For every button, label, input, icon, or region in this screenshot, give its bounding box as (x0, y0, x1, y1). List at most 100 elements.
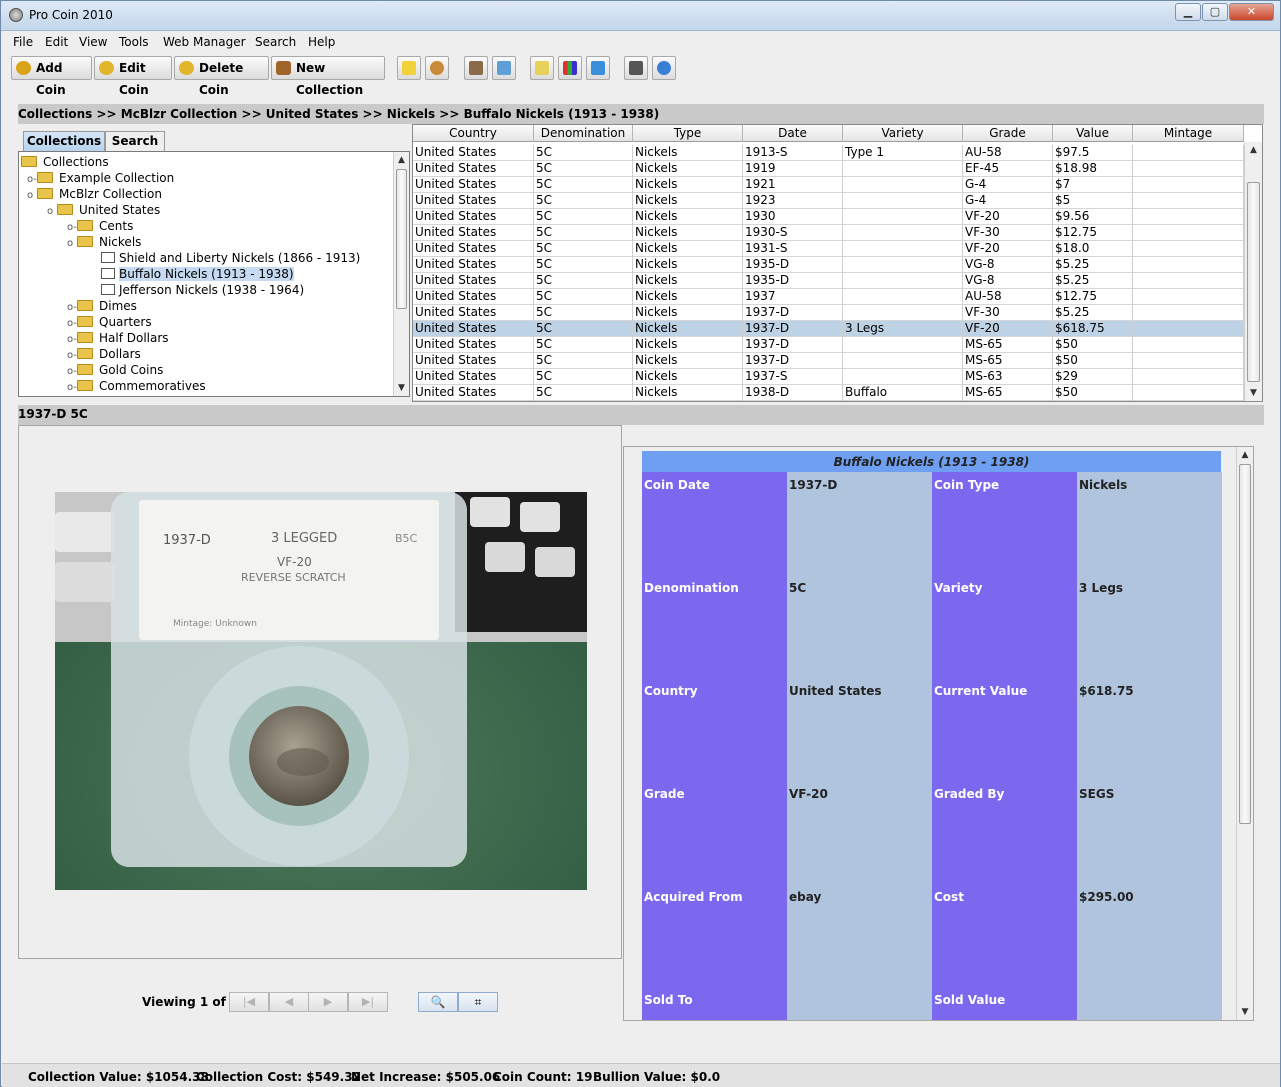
table-row[interactable]: United States 5C Nickels 1937-D VF-30 $5.25 (413, 305, 1244, 321)
table-row[interactable]: United States 5C Nickels 1930 VF-20 $9.56 (413, 209, 1244, 225)
column-denomination[interactable]: Denomination (534, 125, 633, 142)
tree-node-gold-coins[interactable]: o- Gold Coins (67, 362, 163, 378)
menu-file[interactable]: File (13, 35, 33, 49)
first-image-button[interactable]: |◀ (229, 992, 269, 1012)
detail-scrollbar[interactable]: ▲ ▼ (1236, 447, 1253, 1020)
scroll-up-icon[interactable]: ▲ (394, 152, 409, 168)
table-row[interactable]: United States 5C Nickels 1931-S VF-20 $18.0 (413, 241, 1244, 257)
column-value[interactable]: Value (1053, 125, 1133, 142)
column-type[interactable]: Type (633, 125, 743, 142)
detail-value: 3 Legs (1079, 581, 1124, 595)
print-toolbar-button[interactable] (624, 56, 648, 80)
table-row[interactable]: United States 5C Nickels 1921 G-4 $7 (413, 177, 1244, 193)
minimize-button[interactable]: ▁ (1175, 3, 1201, 21)
menu-tools[interactable]: Tools (119, 35, 149, 49)
tree-node-jefferson-nickels[interactable]: Jefferson Nickels (1938 - 1964) (101, 282, 304, 298)
cell-value: $50 (1053, 337, 1133, 353)
table-scroll-thumb[interactable] (1247, 182, 1260, 382)
close-button[interactable]: ✕ (1229, 3, 1274, 21)
tree-node-cents[interactable]: o- Cents (67, 218, 133, 234)
add-coin-button[interactable]: Add Coin (11, 56, 92, 97)
cell-grade: MS-65 (963, 337, 1053, 353)
folder-icon (77, 236, 93, 247)
detail-value: $295.00 (1079, 890, 1134, 904)
tree-node-quarters[interactable]: o- Quarters (67, 314, 152, 330)
table-row[interactable]: United States 5C Nickels 1937-D MS-65 $50 (413, 337, 1244, 353)
delete-coin-button[interactable]: Delete Coin (174, 56, 269, 97)
menu-view[interactable]: View (79, 35, 107, 49)
detail-scroll-thumb[interactable] (1239, 464, 1251, 824)
table-row[interactable]: United States 5C Nickels 1935-D VG-8 $5.25 (413, 257, 1244, 273)
previous-image-button[interactable]: ◀ (269, 992, 309, 1012)
tree-node-example-collection[interactable]: o- Example Collection (27, 170, 174, 186)
book-icon (101, 252, 115, 263)
cell-grade: VF-30 (963, 225, 1053, 241)
tree-node-commemoratives[interactable]: o- Commemoratives (67, 378, 206, 394)
slab-variety: 3 LEGGED (271, 531, 337, 546)
menu-help[interactable]: Help (308, 35, 335, 49)
cell-value: $5.25 (1053, 273, 1133, 289)
tree-node-half-dollars[interactable]: o- Half Dollars (67, 330, 169, 346)
menu-search[interactable]: Search (255, 35, 296, 49)
table-row[interactable]: United States 5C Nickels 1930-S VF-30 $12.75 (413, 225, 1244, 241)
cell-value: $7 (1053, 177, 1133, 193)
tree-node-mcblzr-collection[interactable]: o McBlzr Collection (27, 186, 162, 202)
next-image-button[interactable]: ▶ (308, 992, 348, 1012)
new-collection-button[interactable]: New Collection (271, 56, 385, 97)
tree-node-buffalo-nickels[interactable]: Buffalo Nickels (1913 - 1938) (101, 266, 294, 282)
table-row[interactable]: United States 5C Nickels 1919 EF-45 $18.98 (413, 161, 1244, 177)
scroll-down-icon[interactable]: ▼ (394, 380, 409, 396)
menu-edit[interactable]: Edit (45, 35, 68, 49)
table-scrollbar[interactable]: ▲ ▼ (1244, 142, 1262, 401)
people-toolbar-button[interactable] (425, 56, 449, 80)
tree-scrollbar[interactable]: ▲ ▼ (393, 152, 409, 396)
help-toolbar-button[interactable] (652, 56, 676, 80)
maximize-button[interactable]: ▢ (1202, 3, 1228, 21)
cell-denomination: 5C (534, 305, 633, 321)
tree-scroll-thumb[interactable] (396, 169, 407, 309)
scroll-down-icon[interactable]: ▼ (1245, 385, 1262, 401)
column-country[interactable]: Country (413, 125, 534, 142)
tree-node-nickels[interactable]: o Nickels (67, 234, 141, 250)
grid-toolbar-button[interactable] (492, 56, 516, 80)
detail-label: Denomination (644, 581, 739, 595)
tree-node-dimes[interactable]: o- Dimes (67, 298, 137, 314)
edit-coin-button[interactable]: Edit Coin (94, 56, 172, 97)
tab-collections[interactable]: Collections (23, 131, 105, 151)
table-row[interactable]: United States 5C Nickels 1937-D MS-65 $50 (413, 353, 1244, 369)
table-row[interactable]: United States 5C Nickels 1937-S MS-63 $29 (413, 369, 1244, 385)
column-variety[interactable]: Variety (843, 125, 963, 142)
column-date[interactable]: Date (743, 125, 843, 142)
coin-photo[interactable]: 1937-D 3 LEGGED B5C VF-20 REVERSE SCRATC… (55, 492, 587, 890)
scroll-up-icon[interactable]: ▲ (1237, 447, 1253, 463)
tab-search[interactable]: Search (105, 131, 165, 151)
cell-variety (843, 177, 963, 193)
crop-image-button[interactable]: ⌗ (458, 992, 498, 1012)
chart-toolbar-button[interactable] (558, 56, 582, 80)
column-grade[interactable]: Grade (963, 125, 1053, 142)
table-row[interactable]: United States 5C Nickels 1938-D Buffalo MS-65… (413, 385, 1244, 401)
cell-country: United States (413, 209, 534, 225)
cell-mintage (1133, 273, 1244, 289)
table-row[interactable]: United States 5C Nickels 1937 AU-58 $12.75 (413, 289, 1244, 305)
cell-type: Nickels (633, 161, 743, 177)
table-row[interactable]: United States 5C Nickels 1913-S Type 1 AU-58 $… (413, 145, 1244, 161)
last-image-button[interactable]: ▶| (348, 992, 388, 1012)
tree-node-united-states[interactable]: o United States (47, 202, 160, 218)
table-row[interactable]: United States 5C Nickels 1923 G-4 $5 (413, 193, 1244, 209)
table-row[interactable]: United States 5C Nickels 1935-D VG-8 $5.25 (413, 273, 1244, 289)
zoom-image-button[interactable]: 🔍 (418, 992, 458, 1012)
scroll-up-icon[interactable]: ▲ (1245, 142, 1262, 158)
table-row[interactable]: United States 5C Nickels 1937-D 3 Legs VF-20 $… (413, 321, 1244, 337)
menu-web-manager[interactable]: Web Manager (163, 35, 246, 49)
report-toolbar-button[interactable] (530, 56, 554, 80)
tree-node-shield-liberty-nickels[interactable]: Shield and Liberty Nickels (1866 - 1913) (101, 250, 360, 266)
web-toolbar-button[interactable] (586, 56, 610, 80)
import-toolbar-button[interactable] (464, 56, 488, 80)
cell-country: United States (413, 289, 534, 305)
copy-toolbar-button[interactable] (397, 56, 421, 80)
scroll-down-icon[interactable]: ▼ (1237, 1004, 1253, 1020)
tree-node-collections[interactable]: Collections (21, 154, 109, 170)
tree-node-dollars[interactable]: o- Dollars (67, 346, 141, 362)
column-mintage[interactable]: Mintage (1133, 125, 1244, 142)
